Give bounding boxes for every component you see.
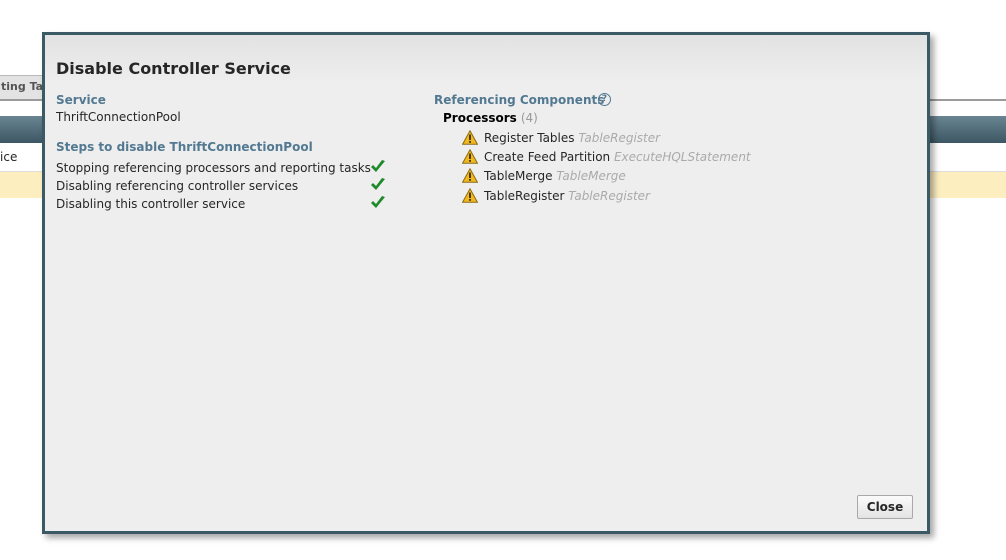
step-label: Disabling referencing controller service… [56,179,299,193]
processor-name: TableRegister [484,189,565,203]
processor-name: Create Feed Partition [484,150,611,164]
processor-type: ExecuteHQLStatement [613,150,751,164]
steps-heading: Steps to disable ThriftConnectionPool [56,140,313,154]
referencing-components-heading: Referencing Components [434,93,605,107]
checkmark-icon [371,160,385,172]
step-label: Disabling this controller service [56,197,246,211]
warning-icon [462,130,478,145]
processors-label: Processors [443,111,517,125]
disable-controller-service-dialog: Disable Controller Service Service Thrif… [42,32,930,534]
checkmark-icon [371,196,385,208]
service-name: ThriftConnectionPool [56,110,181,124]
processor-name: TableMerge [484,169,553,183]
service-heading: Service [56,93,106,107]
background-row-text: rvice [0,150,18,164]
warning-icon [462,188,478,203]
help-icon[interactable]: ? [598,93,611,106]
warning-icon [462,168,478,183]
processors-count: (4) [520,111,538,125]
processor-type: TableMerge [556,169,626,183]
dialog-title: Disable Controller Service [56,59,291,78]
checkmark-icon [371,178,385,190]
close-button[interactable]: Close [857,495,913,519]
warning-icon [462,149,478,164]
processor-name: Register Tables [484,131,575,145]
processor-type: TableRegister [578,131,661,145]
processors-header[interactable]: Processors (4) [443,111,538,125]
step-label: Stopping referencing processors and repo… [56,161,371,175]
processor-type: TableRegister [568,189,650,203]
